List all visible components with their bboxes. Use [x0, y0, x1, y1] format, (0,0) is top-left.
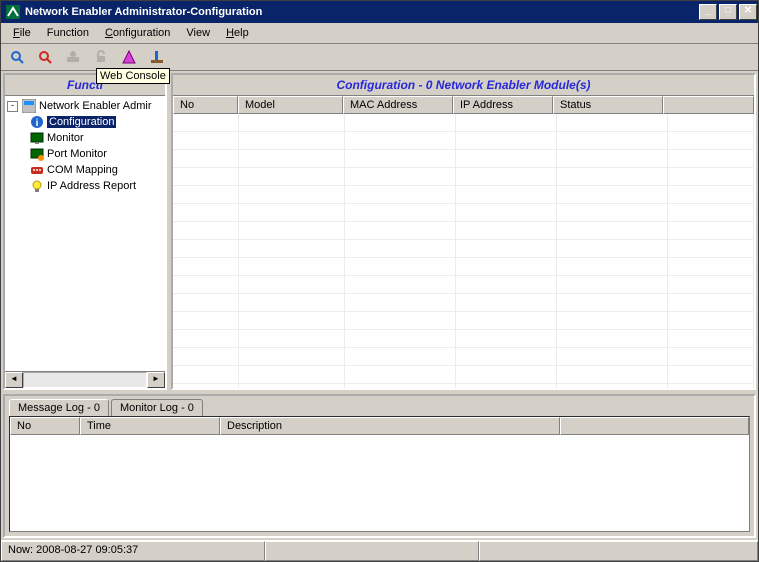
- scroll-left-icon[interactable]: ◄: [5, 372, 23, 388]
- log-grid-body[interactable]: [10, 435, 749, 531]
- status-cell-3: [479, 541, 758, 561]
- port-monitor-icon: [29, 146, 45, 162]
- left-panel: Functi - Network Enabler Admir i Configu…: [3, 73, 167, 390]
- tree-root[interactable]: - Network Enabler Admir: [7, 98, 163, 114]
- tree-item-label: IP Address Report: [47, 180, 136, 192]
- table-row: [173, 204, 754, 222]
- menu-view[interactable]: View: [178, 25, 218, 41]
- app-window: Network Enabler Administrator-Configurat…: [0, 0, 759, 562]
- col-no[interactable]: No: [173, 96, 238, 114]
- tree-item-port-monitor[interactable]: Port Monitor: [7, 146, 163, 162]
- window-buttons: _ □ ✕: [698, 3, 758, 21]
- menubar: File Function Configuration View Help: [1, 23, 758, 44]
- tree-item-ip-report[interactable]: IP Address Report: [7, 178, 163, 194]
- log-col-time[interactable]: Time: [80, 417, 220, 435]
- scroll-right-icon[interactable]: ►: [147, 372, 165, 388]
- maximize-button[interactable]: □: [719, 4, 737, 20]
- tool-exit-icon[interactable]: [145, 45, 169, 69]
- table-row: [173, 258, 754, 276]
- tree-item-label: Monitor: [47, 132, 84, 144]
- tree-item-label: Port Monitor: [47, 148, 107, 160]
- table-row: [173, 276, 754, 294]
- tab-message-log[interactable]: Message Log - 0: [9, 399, 109, 416]
- status-cell-2: [265, 541, 479, 561]
- tooltip: Web Console: [96, 68, 170, 84]
- table-row: [173, 240, 754, 258]
- svg-text:i: i: [36, 118, 39, 129]
- table-row: [173, 348, 754, 366]
- menu-function[interactable]: Function: [39, 25, 97, 41]
- tool-search-red-icon[interactable]: [33, 45, 57, 69]
- close-button[interactable]: ✕: [739, 4, 757, 20]
- tool-unlock-icon[interactable]: [89, 45, 113, 69]
- col-ip[interactable]: IP Address: [453, 96, 553, 114]
- table-row: [173, 150, 754, 168]
- left-hscroll[interactable]: ◄ ►: [5, 371, 165, 388]
- menu-configuration[interactable]: Configuration: [97, 25, 178, 41]
- minimize-button[interactable]: _: [699, 4, 717, 20]
- com-mapping-icon: [29, 162, 45, 178]
- tool-search-icon[interactable]: [5, 45, 29, 69]
- col-extra[interactable]: [663, 96, 754, 114]
- tree-item-monitor[interactable]: Monitor: [7, 130, 163, 146]
- log-col-extra[interactable]: [560, 417, 749, 435]
- tree-item-label: Configuration: [47, 116, 116, 128]
- table-row: [173, 168, 754, 186]
- col-mac[interactable]: MAC Address: [343, 96, 453, 114]
- toolbar: Web Console: [1, 44, 758, 71]
- info-icon: i: [29, 114, 45, 130]
- main-row: Functi - Network Enabler Admir i Configu…: [1, 71, 758, 392]
- table-row: [173, 222, 754, 240]
- statusbar: Now: 2008-08-27 09:05:37: [1, 540, 758, 561]
- table-row: [173, 294, 754, 312]
- table-row: [173, 132, 754, 150]
- log-grid: No Time Description: [9, 416, 750, 532]
- log-col-desc[interactable]: Description: [220, 417, 560, 435]
- admin-icon: [21, 98, 37, 114]
- titlebar: Network Enabler Administrator-Configurat…: [1, 1, 758, 23]
- menu-file[interactable]: File: [5, 25, 39, 41]
- tab-monitor-log[interactable]: Monitor Log - 0: [111, 399, 203, 416]
- right-panel: Configuration - 0 Network Enabler Module…: [171, 73, 756, 390]
- bulb-icon: [29, 178, 45, 194]
- table-row: [173, 366, 754, 384]
- function-tree[interactable]: - Network Enabler Admir i Configuration …: [5, 96, 165, 371]
- table-row: [173, 114, 754, 132]
- tool-locate-icon[interactable]: [61, 45, 85, 69]
- menu-help[interactable]: Help: [218, 25, 257, 41]
- col-status[interactable]: Status: [553, 96, 663, 114]
- log-tabs: Message Log - 0 Monitor Log - 0: [5, 396, 754, 416]
- log-pane: Message Log - 0 Monitor Log - 0 No Time …: [3, 394, 756, 538]
- table-row: [173, 312, 754, 330]
- table-row: [173, 330, 754, 348]
- grid-body[interactable]: // produce empty striped rows: [173, 114, 754, 388]
- status-now: Now: 2008-08-27 09:05:37: [1, 541, 265, 561]
- log-col-no[interactable]: No: [10, 417, 80, 435]
- tree-root-label: Network Enabler Admir: [39, 100, 152, 112]
- tree-item-configuration[interactable]: i Configuration: [7, 114, 163, 130]
- scroll-track[interactable]: [23, 372, 147, 388]
- collapse-icon[interactable]: -: [7, 101, 18, 112]
- log-grid-header: No Time Description: [10, 417, 749, 435]
- monitor-icon: [29, 130, 45, 146]
- right-panel-header: Configuration - 0 Network Enabler Module…: [173, 75, 754, 96]
- tree-item-label: COM Mapping: [47, 164, 118, 176]
- col-model[interactable]: Model: [238, 96, 343, 114]
- grid-header: No Model MAC Address IP Address Status: [173, 96, 754, 114]
- app-icon: [5, 4, 21, 20]
- tree-item-com-mapping[interactable]: COM Mapping: [7, 162, 163, 178]
- table-row: [173, 186, 754, 204]
- table-row: [173, 384, 754, 388]
- window-title: Network Enabler Administrator-Configurat…: [25, 6, 698, 18]
- tool-web-console-icon[interactable]: [117, 45, 141, 69]
